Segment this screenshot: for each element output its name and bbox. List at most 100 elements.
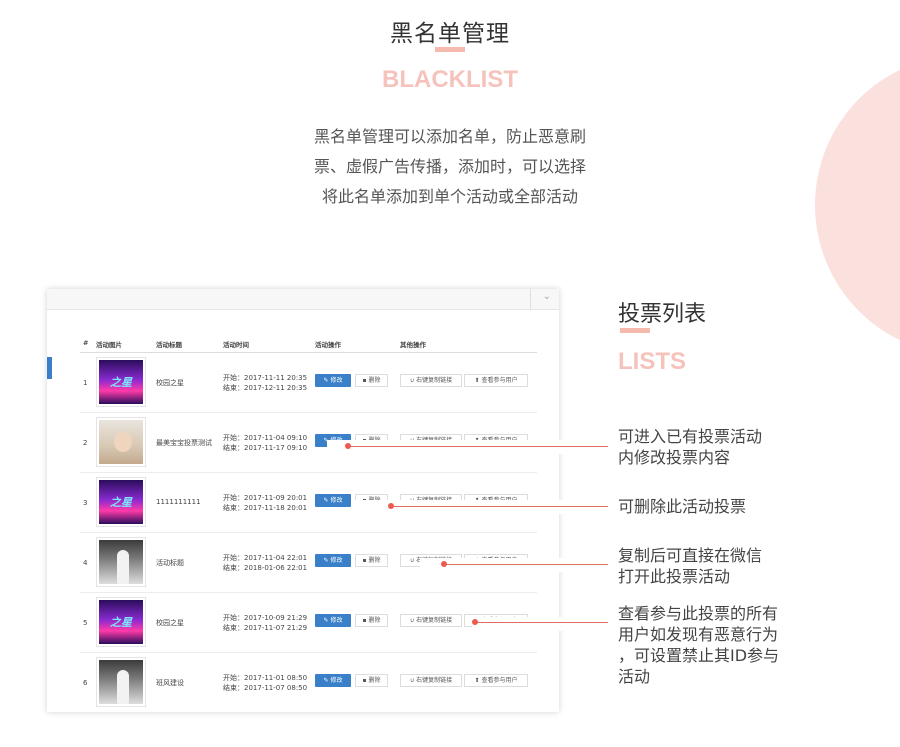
annotation-users: 查看参与此投票的所有 用户如发现有恶意行为 ，可设置禁止其ID参与 活动 <box>618 603 779 687</box>
wedding-image <box>117 550 129 584</box>
header-time: 活动时间 <box>223 341 249 349</box>
table-row: 5 之星 校园之星 开始：2017-10-09 21:29 结束：2017-11… <box>80 593 537 653</box>
edit-button[interactable]: ✎ 修改 <box>315 614 351 627</box>
header-other: 其他操作 <box>400 341 426 349</box>
edit-button[interactable]: ✎ 修改 <box>315 494 351 507</box>
header-index: # <box>83 339 89 347</box>
end-time: 结束：2017-12-11 20:35 <box>223 384 308 392</box>
section-underline <box>620 328 650 333</box>
view-users-button[interactable]: ⬆ 查看参与用户 <box>464 674 528 687</box>
decorative-pink-blob <box>752 0 900 418</box>
end-time: 结束：2017-11-07 21:29 <box>223 624 308 632</box>
activity-thumbnail <box>96 657 146 707</box>
activity-title: 班风建设 <box>156 679 184 687</box>
annotation-line: 可删除此活动投票 <box>618 497 747 516</box>
pencil-icon: ✎ <box>323 617 329 624</box>
sidebar-active-indicator <box>47 357 52 379</box>
copy-link-button[interactable]: ∪ 右键复制链接 <box>400 614 462 627</box>
edit-label: 修改 <box>330 377 343 384</box>
view-users-button[interactable]: ⬆ 查看参与用户 <box>464 374 528 387</box>
activity-title: 1111111111 <box>156 498 201 506</box>
end-time: 结束：2017-11-17 09:10 <box>223 444 308 452</box>
magnet-icon: ∪ <box>409 377 415 384</box>
chevron-down-icon[interactable]: ⌄ <box>543 291 551 302</box>
copy-link-button[interactable]: ∪ 右键复制链接 <box>400 674 462 687</box>
annotation-line: 打开此投票活动 <box>618 567 731 586</box>
callout-line-copy <box>444 564 608 565</box>
delete-button[interactable]: ▪ 删除 <box>355 554 388 567</box>
pencil-icon: ✎ <box>323 377 329 384</box>
delete-label: 删除 <box>368 557 381 564</box>
end-time: 结束：2018-01-06 22:01 <box>223 564 308 572</box>
row-index: 5 <box>83 619 88 627</box>
start-time: 开始：2017-11-04 09:10 <box>223 434 308 442</box>
page-subtitle: BLACKLIST <box>382 66 518 93</box>
upload-icon: ⬆ <box>474 677 480 684</box>
activity-time: 开始：2017-11-04 22:01 结束：2018-01-06 22:01 <box>223 553 307 573</box>
edit-label: 修改 <box>330 557 343 564</box>
copy-link-button[interactable]: ∪ 右键复制链接 <box>400 374 462 387</box>
edit-label: 修改 <box>330 677 343 684</box>
annotation-edit: 可进入已有投票活动 内修改投票内容 <box>618 426 762 468</box>
header-title: 活动标题 <box>156 341 182 349</box>
title-underline <box>435 47 465 52</box>
copy-label: 右键复制链接 <box>416 617 453 624</box>
annotation-line: 活动 <box>618 667 651 686</box>
wedding-image <box>117 670 129 704</box>
description-line: 黑名单管理可以添加名单，防止恶意刷 <box>313 127 586 146</box>
callout-line-users <box>476 622 608 623</box>
delete-label: 删除 <box>368 377 381 384</box>
page-description: 黑名单管理可以添加名单，防止恶意刷 票、虚假广告传播，添加时，可以选择 将此名单… <box>290 122 610 212</box>
description-line: 票、虚假广告传播，添加时，可以选择 <box>313 157 586 176</box>
section-title: 投票列表 <box>618 302 707 327</box>
activity-time: 开始：2017-11-11 20:35 结束：2017-12-11 20:35 <box>223 373 307 393</box>
callout-dot-copy <box>441 561 447 567</box>
edit-label: 修改 <box>330 617 343 624</box>
row-index: 2 <box>83 439 88 447</box>
activity-title: 活动标题 <box>156 559 184 567</box>
delete-button[interactable]: ▪ 删除 <box>355 614 388 627</box>
activity-time: 开始：2017-11-01 08:50 结束：2017-11-07 08:50 <box>223 673 307 693</box>
activity-title: 最美宝宝投票测试 <box>156 439 212 447</box>
activity-thumbnail <box>96 537 146 587</box>
upload-icon: ⬆ <box>474 377 480 384</box>
description-line: 将此名单添加到单个活动或全部活动 <box>321 187 578 206</box>
start-time: 开始：2017-11-01 08:50 <box>223 674 308 682</box>
annotation-line: 内修改投票内容 <box>618 448 731 467</box>
copy-label: 右键复制链接 <box>416 377 453 384</box>
callout-dot-delete <box>388 503 394 509</box>
callout-backdrop <box>420 558 607 572</box>
edit-button[interactable]: ✎ 修改 <box>315 374 351 387</box>
copy-label: 右键复制链接 <box>416 677 453 684</box>
trash-icon: ▪ <box>362 617 367 624</box>
users-label: 查看参与用户 <box>481 677 518 684</box>
callout-dot-users <box>472 619 478 625</box>
pencil-icon: ✎ <box>323 677 329 684</box>
delete-button[interactable]: ▪ 删除 <box>355 674 388 687</box>
edit-button[interactable]: ✎ 修改 <box>315 554 351 567</box>
annotation-line: 用户如发现有恶意行为 <box>618 625 779 644</box>
table-row: 6 班风建设 开始：2017-11-01 08:50 结束：2017-11-07… <box>80 653 537 712</box>
activity-title: 校园之星 <box>156 379 184 387</box>
page-title: 黑名单管理 <box>390 21 510 47</box>
delete-label: 删除 <box>368 617 381 624</box>
annotation-delete: 可删除此活动投票 <box>618 496 746 517</box>
trash-icon: ▪ <box>362 557 367 564</box>
magnet-icon: ∪ <box>409 677 415 684</box>
edit-button[interactable]: ✎ 修改 <box>315 674 351 687</box>
toolbar-divider <box>530 289 531 309</box>
users-label: 查看参与用户 <box>481 377 518 384</box>
row-index: 4 <box>83 559 88 567</box>
start-time: 开始：2017-11-11 20:35 <box>223 374 308 382</box>
activity-title: 校园之星 <box>156 619 184 627</box>
activity-time: 开始：2017-10-09 21:29 结束：2017-11-07 21:29 <box>223 613 307 633</box>
delete-label: 删除 <box>368 677 381 684</box>
delete-button[interactable]: ▪ 删除 <box>355 374 388 387</box>
end-time: 结束：2017-11-18 20:01 <box>223 504 308 512</box>
activity-thumbnail: 之星 <box>96 357 146 407</box>
start-time: 开始：2017-11-09 20:01 <box>223 494 308 502</box>
header-image: 活动图片 <box>96 341 122 349</box>
row-index: 1 <box>83 379 88 387</box>
callout-line-delete <box>391 506 608 507</box>
edit-label: 修改 <box>330 497 343 504</box>
